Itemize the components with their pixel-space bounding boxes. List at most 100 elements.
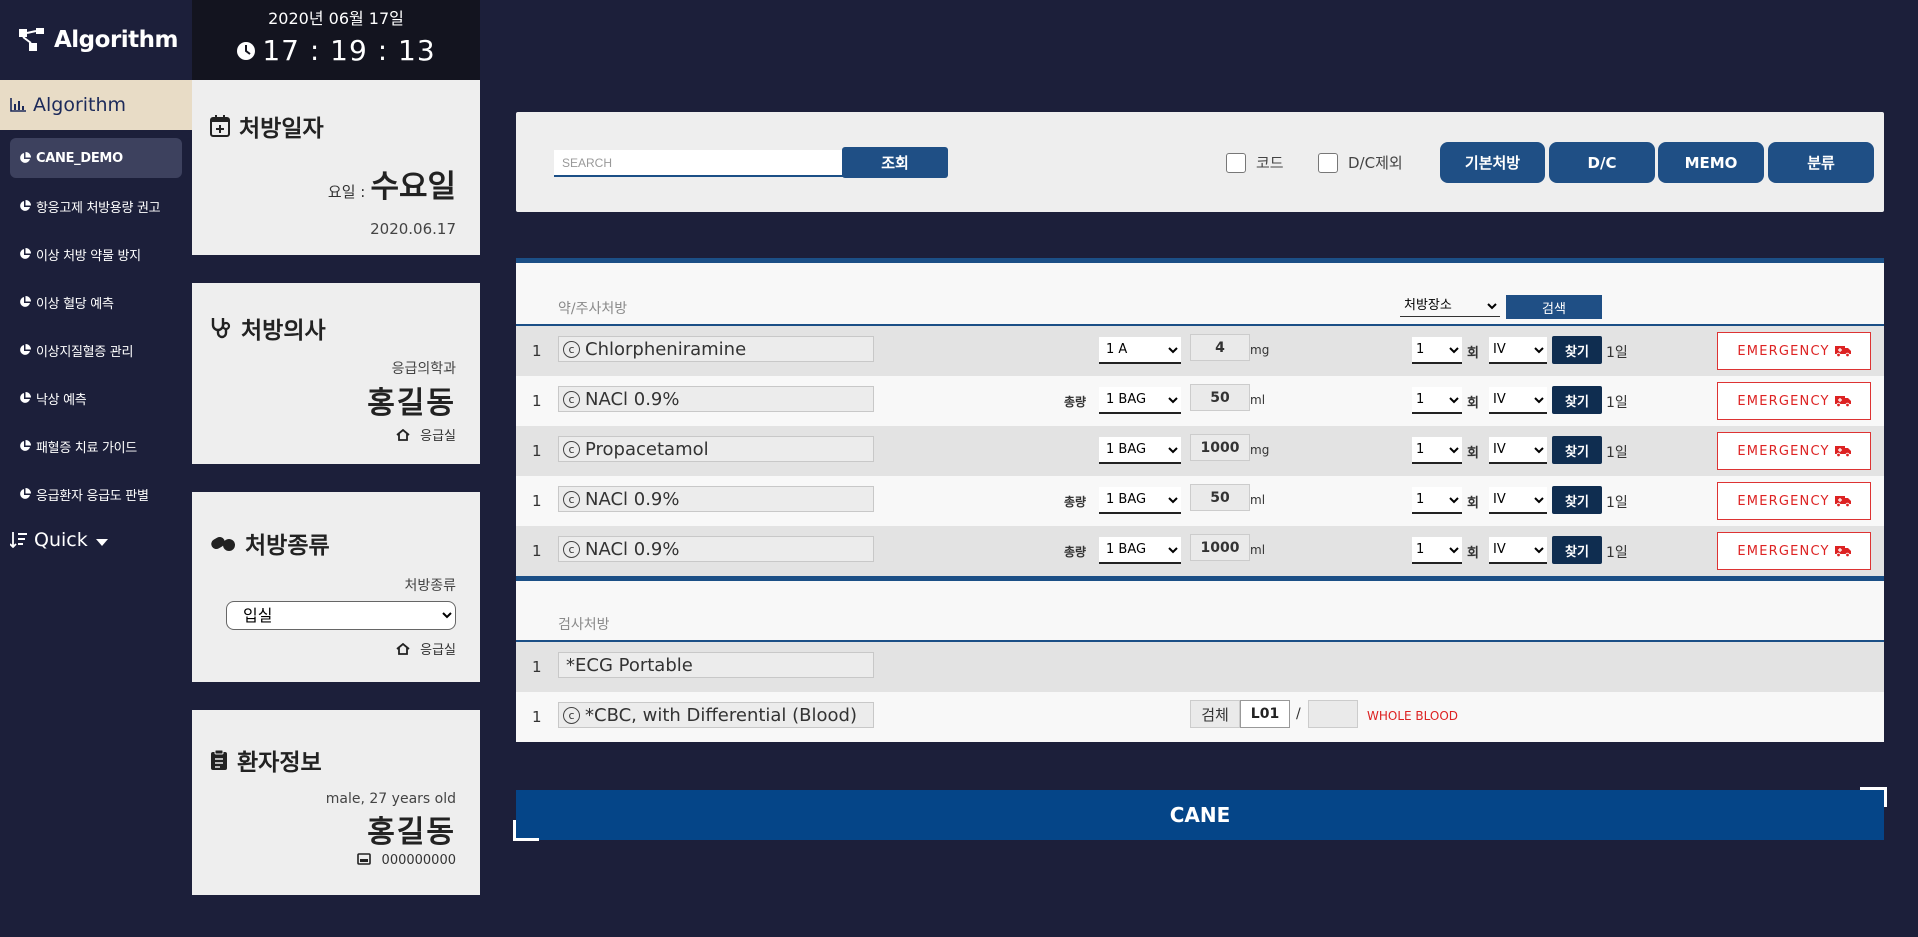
search-input[interactable] (554, 150, 844, 177)
classify-button[interactable]: 분류 (1768, 142, 1874, 183)
dose-field[interactable]: 4 (1190, 334, 1250, 361)
dose-field[interactable]: 50 (1190, 484, 1250, 511)
specimen-code[interactable]: L01 (1240, 700, 1290, 728)
total-label: 총량 (1064, 545, 1087, 559)
dose-field[interactable]: 1000 (1190, 434, 1250, 461)
row-number: 1 (532, 342, 542, 360)
sidebar-item-abnormal-rx[interactable]: 이상 처방 약물 방지 (10, 234, 182, 274)
drug-name-box[interactable]: c NACl 0.9% (558, 386, 874, 412)
unit-select[interactable]: 1 A (1099, 337, 1181, 364)
logo[interactable]: Algorithm (0, 0, 192, 80)
frequency-select[interactable]: 1 (1412, 437, 1462, 464)
frequency-select[interactable]: 1 (1412, 387, 1462, 414)
frequency-select[interactable]: 1 (1412, 537, 1462, 564)
row-number: 1 (532, 392, 542, 410)
code-checkbox[interactable]: 코드 (1226, 152, 1284, 173)
route-select[interactable]: IV (1489, 487, 1547, 514)
frequency-label: 회 (1467, 446, 1479, 461)
copyright-c-icon: c (563, 340, 580, 358)
specimen-extra-field[interactable] (1308, 700, 1358, 728)
dose-unit: ml (1250, 493, 1266, 507)
checkbox-box[interactable] (1318, 152, 1338, 173)
cane-button[interactable]: CANE (516, 790, 1884, 840)
unit-select[interactable]: 1 BAG (1099, 487, 1181, 514)
stethoscope-icon (211, 318, 231, 339)
drug-name-box[interactable]: c Propacetamol (558, 436, 874, 462)
route-select[interactable]: IV (1489, 387, 1547, 414)
find-button[interactable]: 찾기 (1552, 336, 1602, 364)
drug-row[interactable]: 1 c NACl 0.9% 총량 1 BAG 1000 ml 1 회 IV 찾기 1일 EMERGENC… (516, 526, 1884, 576)
memo-button[interactable]: MEMO (1658, 142, 1764, 183)
exam-name-box[interactable]: c *CBC, with Differential (Blood) (558, 702, 874, 728)
doctor-name: 홍길동 (367, 386, 456, 421)
doctor-location: 응급실 (420, 429, 456, 444)
frequency-label: 회 (1467, 346, 1479, 361)
drug-name-box[interactable]: c Chlorpheniramine (558, 336, 874, 362)
lookup-button[interactable]: 조회 (842, 147, 948, 178)
frequency-select[interactable]: 1 (1412, 487, 1462, 514)
sidebar-item-label: 패혈증 치료 가이드 (36, 440, 137, 456)
sort-icon (10, 532, 27, 548)
ambulance-icon (1834, 545, 1851, 557)
find-button[interactable]: 찾기 (1552, 386, 1602, 414)
unit-select[interactable]: 1 BAG (1099, 437, 1181, 464)
row-number: 1 (532, 442, 542, 460)
emergency-button[interactable]: EMERGENCY (1717, 532, 1871, 570)
rx-type-select[interactable]: 입실 (226, 601, 456, 630)
exam-name: *ECG Portable (566, 654, 693, 676)
place-search-button[interactable]: 검색 (1506, 295, 1602, 319)
emergency-button[interactable]: EMERGENCY (1717, 432, 1871, 470)
pills-icon (211, 537, 235, 551)
exam-name-box[interactable]: *ECG Portable (558, 652, 874, 678)
sidebar-item-glucose[interactable]: 이상 혈당 예측 (10, 282, 182, 322)
drug-row[interactable]: 1 c Propacetamol 1 BAG 1000 mg 1 회 IV 찾기 1일 EMERGEN… (516, 426, 1884, 476)
focus-corner (513, 820, 516, 841)
route-select[interactable]: IV (1489, 337, 1547, 364)
exam-row[interactable]: 1 c *CBC, with Differential (Blood) 검체 L… (516, 692, 1884, 742)
dose-field[interactable]: 1000 (1190, 534, 1250, 561)
ambulance-icon (1834, 495, 1851, 507)
quick-menu-toggle[interactable]: Quick (0, 522, 192, 558)
dose-field[interactable]: 50 (1190, 384, 1250, 411)
unit-select[interactable]: 1 BAG (1099, 537, 1181, 564)
row-number: 1 (532, 542, 542, 560)
emergency-button[interactable]: EMERGENCY (1717, 382, 1871, 420)
drug-name-box[interactable]: c NACl 0.9% (558, 536, 874, 562)
find-button[interactable]: 찾기 (1552, 436, 1602, 464)
route-select[interactable]: IV (1489, 537, 1547, 564)
dc-button[interactable]: D/C (1549, 142, 1655, 183)
row-number: 1 (532, 658, 542, 676)
find-button[interactable]: 찾기 (1552, 486, 1602, 514)
sidebar-item-fall[interactable]: 낙상 예측 (10, 378, 182, 418)
drug-name-box[interactable]: c NACl 0.9% (558, 486, 874, 512)
checkbox-box[interactable] (1226, 152, 1246, 173)
basic-rx-button[interactable]: 기본처방 (1440, 142, 1545, 183)
emergency-button[interactable]: EMERGENCY (1717, 332, 1871, 370)
unit-select[interactable]: 1 BAG (1099, 387, 1181, 414)
days-label: 1일 (1606, 545, 1628, 561)
find-button[interactable]: 찾기 (1552, 536, 1602, 564)
sidebar-item-cane-demo[interactable]: CANE_DEMO (10, 138, 182, 178)
drug-row[interactable]: 1 c Chlorpheniramine 1 A 4 mg 1 회 IV 찾기 1일 EMERGENC… (516, 326, 1884, 376)
sidebar-item-label: 낙상 예측 (36, 392, 87, 408)
sidebar-item-triage[interactable]: 응급환자 응급도 판별 (10, 474, 182, 514)
rx-place-select[interactable]: 처방장소 (1400, 295, 1500, 317)
drug-row[interactable]: 1 c NACl 0.9% 총량 1 BAG 50 ml 1 회 IV 찾기 1일 EMERGENCY (516, 476, 1884, 526)
exam-row[interactable]: 1 *ECG Portable (516, 642, 1884, 692)
drug-row[interactable]: 1 c NACl 0.9% 총량 1 BAG 50 ml 1 회 IV 찾기 1일 EMERGENCY (516, 376, 1884, 426)
dc-exclude-checkbox[interactable]: D/C제외 (1318, 152, 1403, 173)
card-title: 처방종류 (210, 526, 456, 560)
sidebar-item-label: 응급환자 응급도 판별 (36, 488, 149, 504)
sidebar-item-anticoagulant[interactable]: 항응고제 처방용량 권고 (10, 186, 182, 226)
route-select[interactable]: IV (1489, 437, 1547, 464)
frequency-select[interactable]: 1 (1412, 337, 1462, 364)
patient-card: 환자정보 male, 27 years old 홍길동 000000000 (192, 710, 480, 895)
clock-time: 17 : 19 : 13 (262, 34, 436, 67)
emergency-button[interactable]: EMERGENCY (1717, 482, 1871, 520)
nav-section-algorithm[interactable]: Algorithm (0, 80, 192, 130)
dose-unit: ml (1250, 543, 1266, 557)
sidebar-item-lipid[interactable]: 이상지질혈증 관리 (10, 330, 182, 370)
card-title: 처방일자 (210, 109, 456, 143)
sidebar-item-sepsis[interactable]: 패혈증 치료 가이드 (10, 426, 182, 466)
pie-chart-icon (20, 488, 31, 499)
